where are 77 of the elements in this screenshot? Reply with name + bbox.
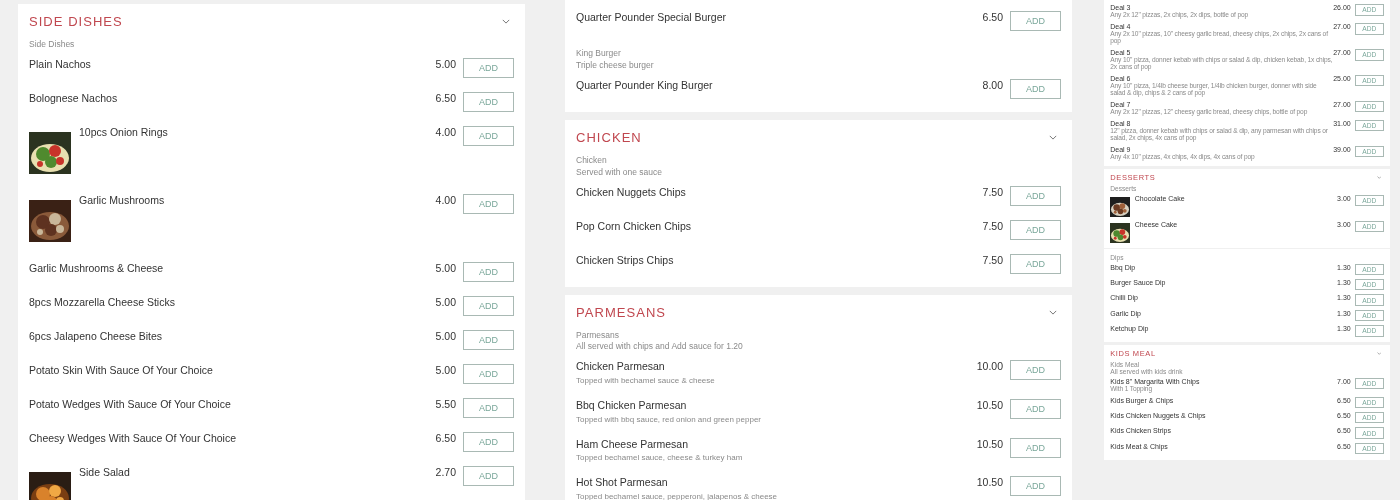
item-name: Chicken Strips Chips: [576, 253, 675, 268]
group-note: Chicken: [576, 154, 608, 167]
item-price: 4.00: [435, 193, 456, 208]
section-title: CHICKEN: [576, 129, 642, 145]
item-price: 5.00: [435, 295, 456, 310]
add-button[interactable]: ADD: [1010, 360, 1061, 381]
add-button[interactable]: ADD: [1010, 219, 1061, 240]
item-price: 7.50: [982, 185, 1003, 200]
add-button[interactable]: ADD: [463, 91, 514, 112]
item-price: 6.50: [435, 91, 456, 106]
item-name: Quarter Pounder Special Burger: [576, 11, 727, 25]
item-price: 8.00: [982, 78, 1003, 93]
item-name: Potato Skin With Sauce Of Your Choice: [29, 363, 214, 378]
item-price: 10.50: [976, 399, 1003, 413]
add-button[interactable]: ADD: [463, 431, 514, 452]
item-name: Potato Wedges With Sauce Of Your Choice: [29, 397, 232, 412]
item-name: Cheesy Wedges With Sauce Of Your Choice: [29, 431, 237, 446]
item-price: 10.00: [976, 360, 1003, 374]
item-name: 6pcs Jalapeno Cheese Bites: [29, 329, 164, 344]
item-price: 10.50: [976, 476, 1003, 490]
item-name: 8pcs Mozzarella Cheese Sticks: [29, 295, 176, 310]
item-name: Plain Nachos: [29, 57, 92, 72]
group-note: Served with one sauce: [576, 166, 663, 179]
add-button[interactable]: ADD: [1010, 78, 1061, 99]
item-name: Chicken Nuggets Chips: [576, 185, 687, 200]
item-price: 5.00: [435, 363, 456, 378]
add-button[interactable]: ADD: [1010, 185, 1061, 206]
item-price: 6.50: [435, 431, 456, 446]
add-button[interactable]: ADD: [463, 295, 514, 316]
item-price: 10.50: [976, 437, 1003, 452]
add-button[interactable]: ADD: [463, 397, 514, 418]
item-price: 5.00: [435, 329, 456, 344]
group-note: Parmesans: [576, 329, 620, 342]
item-description: Topped bechamel sauce, pepperoni, jalapenos & cheese: [576, 491, 779, 500]
item-name: Garlic Mushrooms & Cheese: [29, 261, 165, 276]
item-name: 10pcs Onion Rings: [79, 125, 169, 140]
item-name: Bolognese Nachos: [29, 91, 119, 106]
group-note: Side Dishes: [29, 39, 76, 51]
add-button[interactable]: ADD: [463, 193, 514, 214]
add-button[interactable]: ADD: [1010, 399, 1061, 419]
add-button[interactable]: ADD: [1010, 437, 1061, 458]
group-note: All served with chips and Add sauce for 1.20: [576, 341, 744, 354]
add-button[interactable]: ADD: [463, 261, 514, 282]
item-name: Bbq Chicken Parmesan: [576, 399, 688, 413]
add-button[interactable]: ADD: [1010, 253, 1061, 274]
item-name: Pop Corn Chicken Chips: [576, 219, 692, 234]
section-title: PARMESANS: [576, 304, 667, 320]
item-price: 5.00: [435, 57, 456, 72]
item-price: 7.50: [982, 253, 1003, 268]
item-price: 7.50: [982, 219, 1003, 234]
group-note: King Burger: [576, 48, 622, 60]
item-name: Ham Cheese Parmesan: [576, 437, 690, 452]
item-price: 6.50: [982, 11, 1003, 25]
chevron-icon[interactable]: [502, 19, 510, 24]
chevron-icon[interactable]: [1049, 134, 1057, 140]
item-price: 5.50: [435, 397, 456, 412]
item-description: Topped bechamel sauce, cheese & turkey ham: [576, 453, 744, 463]
item-name: Chicken Parmesan: [576, 360, 666, 374]
add-button[interactable]: ADD: [463, 329, 514, 350]
add-button[interactable]: ADD: [1010, 476, 1061, 497]
chevron-icon[interactable]: [1049, 309, 1057, 315]
add-button[interactable]: ADD: [463, 57, 514, 78]
item-name: Garlic Mushrooms: [79, 193, 166, 208]
add-button[interactable]: ADD: [463, 363, 514, 384]
item-name: Side Salad: [79, 465, 131, 480]
item-price: 4.00: [435, 125, 456, 140]
add-button[interactable]: ADD: [463, 125, 514, 146]
add-button[interactable]: ADD: [1010, 11, 1061, 31]
add-button[interactable]: ADD: [463, 465, 514, 486]
group-note: Triple cheese burger: [576, 59, 655, 72]
item-description: Topped with bbq sauce, red onion and green pepper: [576, 414, 763, 424]
item-price: 2.70: [435, 465, 456, 480]
item-description: Topped with bechamel sauce & cheese: [576, 376, 716, 385]
item-name: Quarter Pounder King Burger: [576, 78, 714, 93]
item-price: 5.00: [435, 261, 456, 276]
item-name: Hot Shot Parmesan: [576, 476, 669, 490]
section-title: SIDE DISHES: [29, 14, 123, 29]
